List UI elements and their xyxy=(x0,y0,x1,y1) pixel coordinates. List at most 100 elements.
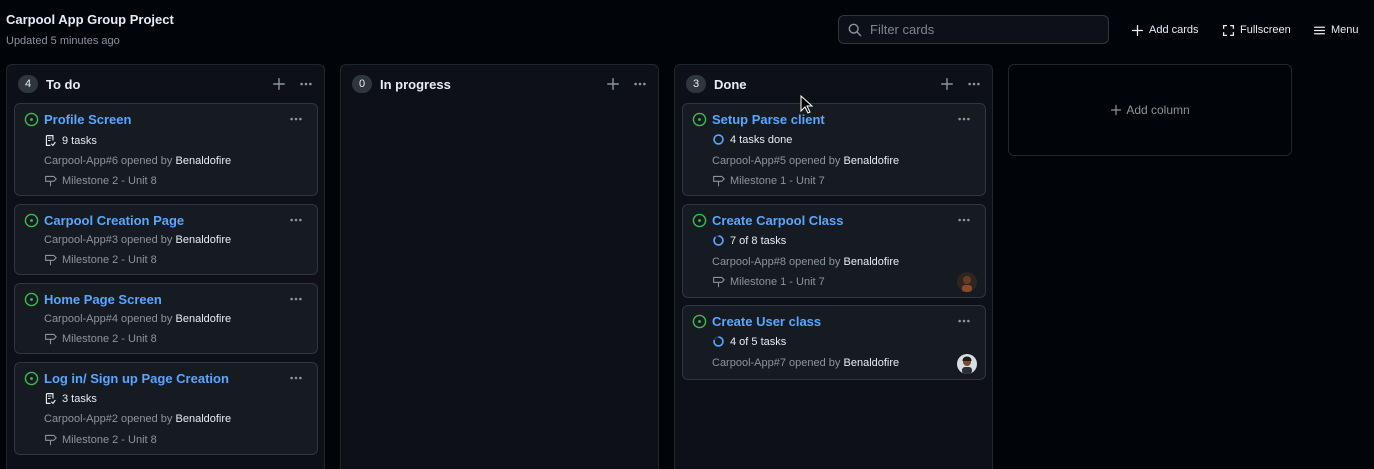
task-progress: 7 of 8 tasks xyxy=(712,234,786,247)
column-header: 4 To do xyxy=(18,75,314,93)
plus-icon xyxy=(1131,24,1144,36)
card-title[interactable]: Create User class xyxy=(712,314,821,329)
task-count: 3 tasks xyxy=(44,392,97,405)
filter-cards-input[interactable] xyxy=(870,22,1100,37)
issue-card[interactable]: Carpool Creation Page Carpool-App#3 open… xyxy=(14,204,318,275)
card-title[interactable]: Home Page Screen xyxy=(44,292,162,307)
author-name[interactable]: Benaldofire xyxy=(176,234,232,246)
column-count: 3 xyxy=(686,75,706,93)
mouse-cursor-icon xyxy=(800,95,814,114)
issue-card[interactable]: Home Page Screen Carpool-App#4 opened by… xyxy=(14,283,318,354)
column-count: 4 xyxy=(18,75,38,93)
author-name[interactable]: Benaldofire xyxy=(176,155,232,167)
column-more-icon[interactable] xyxy=(298,77,314,91)
add-cards-button[interactable]: Add cards xyxy=(1131,20,1199,40)
card-meta: Carpool-App#8 opened by Benaldofire xyxy=(712,256,899,268)
card-title[interactable]: Profile Screen xyxy=(44,112,131,127)
open-issue-icon xyxy=(24,371,39,386)
card-more-icon[interactable] xyxy=(956,213,972,227)
card-title[interactable]: Carpool Creation Page xyxy=(44,213,184,228)
column-header: 3 Done xyxy=(686,75,982,93)
milestone-label: Milestone 2 - Unit 8 xyxy=(62,253,157,266)
issue-card[interactable]: Create Carpool Class 7 of 8 tasks Carpoo… xyxy=(682,204,986,298)
card-meta: Carpool-App#6 opened by Benaldofire xyxy=(44,155,231,167)
issue-reference: Carpool-App#2 opened by xyxy=(44,413,173,425)
filter-cards-search[interactable] xyxy=(838,15,1109,44)
assignee-avatar[interactable] xyxy=(957,354,977,374)
project-header: Carpool App Group Project Updated 5 minu… xyxy=(6,12,174,47)
milestone[interactable]: Milestone 1 - Unit 7 xyxy=(712,174,825,187)
hamburger-icon xyxy=(1313,26,1326,34)
project-title: Carpool App Group Project xyxy=(6,12,174,27)
open-issue-icon xyxy=(24,213,39,228)
author-name[interactable]: Benaldofire xyxy=(844,357,900,369)
milestone[interactable]: Milestone 1 - Unit 7 xyxy=(712,275,825,288)
card-more-icon[interactable] xyxy=(288,112,304,126)
card-meta: Carpool-App#7 opened by Benaldofire xyxy=(712,357,899,369)
milestone-icon xyxy=(45,175,57,187)
milestone-icon xyxy=(45,434,57,446)
milestone-label: Milestone 2 - Unit 8 xyxy=(62,174,157,187)
author-name[interactable]: Benaldofire xyxy=(176,313,232,325)
issue-card[interactable]: Create User class 4 of 5 tasks Carpool-A… xyxy=(682,305,986,380)
milestone-label: Milestone 1 - Unit 7 xyxy=(730,174,825,187)
milestone[interactable]: Milestone 2 - Unit 8 xyxy=(44,253,157,266)
plus-icon xyxy=(1111,104,1122,116)
updated-timestamp: Updated 5 minutes ago xyxy=(6,35,120,47)
assignee-avatar[interactable] xyxy=(957,272,977,292)
checklist-icon xyxy=(45,135,56,147)
progress-ring-icon xyxy=(713,336,724,347)
fullscreen-icon xyxy=(1222,24,1235,36)
add-card-plus-icon[interactable] xyxy=(940,77,954,91)
column-to-do: 4 To do Profile Screen 9 tasks Carpool-A… xyxy=(6,64,325,469)
task-count: 9 tasks xyxy=(44,134,97,147)
add-card-plus-icon[interactable] xyxy=(272,77,286,91)
card-more-icon[interactable] xyxy=(956,314,972,328)
progress-ring-icon xyxy=(713,134,724,145)
add-column-label: Add column xyxy=(1126,103,1190,117)
card-more-icon[interactable] xyxy=(288,371,304,385)
author-name[interactable]: Benaldofire xyxy=(844,256,900,268)
open-issue-icon xyxy=(24,292,39,307)
add-cards-label: Add cards xyxy=(1149,24,1199,36)
task-progress: 4 tasks done xyxy=(712,133,792,146)
milestone-label: Milestone 2 - Unit 8 xyxy=(62,433,157,446)
fullscreen-label: Fullscreen xyxy=(1240,24,1291,36)
issue-reference: Carpool-App#8 opened by xyxy=(712,256,841,268)
open-issue-icon xyxy=(692,213,707,228)
card-meta: Carpool-App#2 opened by Benaldofire xyxy=(44,413,231,425)
issue-reference: Carpool-App#6 opened by xyxy=(44,155,173,167)
card-title[interactable]: Log in/ Sign up Page Creation xyxy=(44,371,229,386)
column-more-icon[interactable] xyxy=(632,77,648,91)
menu-button[interactable]: Menu xyxy=(1313,20,1359,40)
card-more-icon[interactable] xyxy=(956,112,972,126)
progress-ring-icon xyxy=(713,235,724,246)
milestone-icon xyxy=(45,254,57,266)
tasks-label: 3 tasks xyxy=(62,392,97,405)
column-in-progress: 0 In progress xyxy=(340,64,659,469)
task-progress: 4 of 5 tasks xyxy=(712,335,786,348)
issue-card[interactable]: Log in/ Sign up Page Creation 3 tasks Ca… xyxy=(14,362,318,455)
issue-reference: Carpool-App#4 opened by xyxy=(44,313,173,325)
card-meta: Carpool-App#3 opened by Benaldofire xyxy=(44,234,231,246)
tasks-label: 9 tasks xyxy=(62,134,97,147)
milestone[interactable]: Milestone 2 - Unit 8 xyxy=(44,174,157,187)
issue-card[interactable]: Profile Screen 9 tasks Carpool-App#6 ope… xyxy=(14,103,318,196)
milestone[interactable]: Milestone 2 - Unit 8 xyxy=(44,332,157,345)
card-more-icon[interactable] xyxy=(288,213,304,227)
issue-card[interactable]: Setup Parse client 4 tasks done Carpool-… xyxy=(682,103,986,196)
author-name[interactable]: Benaldofire xyxy=(176,413,232,425)
fullscreen-button[interactable]: Fullscreen xyxy=(1222,20,1291,40)
open-issue-icon xyxy=(692,314,707,329)
card-title[interactable]: Create Carpool Class xyxy=(712,213,844,228)
column-more-icon[interactable] xyxy=(966,77,982,91)
open-issue-icon xyxy=(24,112,39,127)
milestone[interactable]: Milestone 2 - Unit 8 xyxy=(44,433,157,446)
card-more-icon[interactable] xyxy=(288,292,304,306)
card-meta: Carpool-App#4 opened by Benaldofire xyxy=(44,313,231,325)
column-done: 3 Done Setup Parse client 4 tasks done C… xyxy=(674,64,993,469)
author-name[interactable]: Benaldofire xyxy=(844,155,900,167)
column-title: To do xyxy=(46,76,81,92)
add-column-button[interactable]: Add column xyxy=(1008,64,1292,156)
add-card-plus-icon[interactable] xyxy=(606,77,620,91)
